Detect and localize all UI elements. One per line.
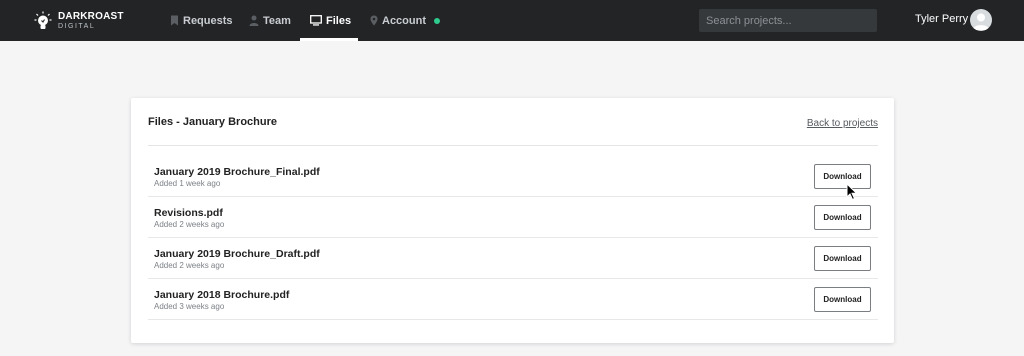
download-button[interactable]: Download (814, 287, 871, 312)
file-row: January 2018 Brochure.pdf Added 3 weeks … (148, 279, 878, 320)
divider (148, 145, 878, 146)
top-nav-bar: DARKROAST DIGITAL Requests Team Files Ac… (0, 0, 1024, 41)
lightbulb-icon (34, 11, 52, 31)
person-icon (249, 15, 259, 26)
brand-logo[interactable]: DARKROAST DIGITAL (34, 9, 124, 33)
nav-item-team[interactable]: Team (249, 0, 291, 41)
monitor-icon (310, 15, 322, 26)
online-status-dot (434, 17, 440, 24)
file-name: Revisions.pdf (154, 207, 223, 219)
file-added-date: Added 2 weeks ago (154, 220, 225, 229)
download-button[interactable]: Download (814, 205, 871, 230)
download-button[interactable]: Download (814, 164, 871, 189)
map-pin-icon (370, 15, 378, 26)
nav-label-team: Team (263, 14, 291, 27)
nav-label-account: Account (382, 14, 426, 27)
mouse-cursor-icon (846, 183, 858, 201)
file-name: January 2019 Brochure_Draft.pdf (154, 248, 320, 260)
search-input[interactable] (699, 9, 877, 32)
page-title: Files - January Brochure (148, 116, 277, 128)
active-tab-indicator (300, 38, 358, 41)
download-button[interactable]: Download (814, 246, 871, 271)
file-added-date: Added 2 weeks ago (154, 261, 225, 270)
file-row: January 2019 Brochure_Final.pdf Added 1 … (148, 156, 878, 197)
nav-item-requests[interactable]: Requests (170, 0, 233, 41)
user-avatar-icon (973, 13, 989, 30)
nav-item-account[interactable]: Account (370, 0, 440, 41)
file-name: January 2018 Brochure.pdf (154, 289, 290, 301)
brand-name: DARKROAST (58, 11, 124, 22)
brand-subname: DIGITAL (58, 23, 96, 30)
avatar[interactable] (970, 9, 992, 31)
file-name: January 2019 Brochure_Final.pdf (154, 166, 320, 178)
nav-label-files: Files (326, 14, 352, 27)
file-row: January 2019 Brochure_Draft.pdf Added 2 … (148, 238, 878, 279)
nav-label-requests: Requests (183, 14, 233, 27)
file-added-date: Added 1 week ago (154, 179, 221, 188)
files-card: Files - January Brochure Back to project… (131, 98, 894, 343)
brand-wordmark: DARKROAST DIGITAL (58, 11, 124, 31)
file-row: Revisions.pdf Added 2 weeks ago Download (148, 197, 878, 238)
file-added-date: Added 3 weeks ago (154, 302, 225, 311)
user-name[interactable]: Tyler Perry (915, 13, 968, 25)
bookmark-icon (171, 15, 178, 26)
nav-item-files[interactable]: Files (300, 0, 358, 41)
back-to-projects-link[interactable]: Back to projects (807, 118, 878, 129)
